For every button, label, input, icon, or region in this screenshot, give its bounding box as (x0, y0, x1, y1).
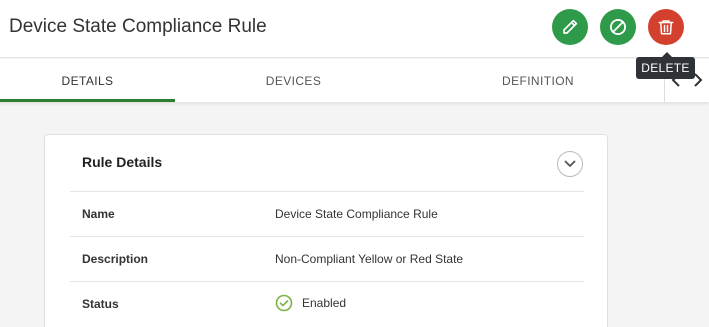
delete-button[interactable] (648, 9, 684, 45)
delete-tooltip: DELETE (636, 52, 695, 79)
row-label: Description (82, 252, 149, 266)
disable-button[interactable] (600, 9, 636, 45)
tab-bar: DETAILS DEVICES DEFINITION (0, 59, 709, 102)
card-title: Rule Details (82, 154, 163, 170)
row-value: Device State Compliance Rule (275, 207, 438, 221)
tab-devices[interactable]: DEVICES (175, 59, 412, 102)
tab-definition[interactable]: DEFINITION (412, 59, 664, 102)
table-row: Description Non-Compliant Yellow or Red … (70, 236, 584, 281)
page-title: Device State Compliance Rule (9, 16, 267, 37)
table-row: Name Device State Compliance Rule (70, 191, 584, 236)
status-value: Enabled (302, 296, 347, 310)
collapse-button[interactable] (557, 151, 583, 177)
tab-details[interactable]: DETAILS (0, 59, 175, 102)
page-header: Device State Compliance Rule (0, 0, 709, 58)
edit-button[interactable] (552, 9, 588, 45)
active-tab-indicator (0, 99, 175, 102)
rule-details-card: Rule Details Name Device State Complianc… (44, 134, 608, 327)
check-circle-icon (275, 294, 293, 312)
pencil-icon (563, 19, 578, 34)
row-label: Status (82, 297, 119, 311)
trash-icon (658, 20, 674, 35)
status-badge: Enabled (275, 294, 346, 312)
table-row: Status Enabled (70, 281, 584, 326)
ban-icon (610, 19, 626, 35)
row-value: Non-Compliant Yellow or Red State (275, 252, 464, 266)
row-label: Name (82, 207, 115, 221)
chevron-down-icon (564, 160, 576, 168)
